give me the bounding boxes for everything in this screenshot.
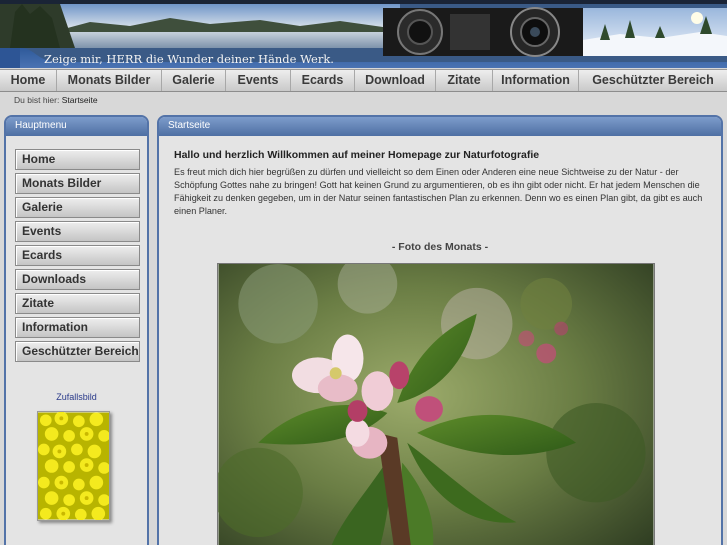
sidebar-item-zitate[interactable]: Zitate — [15, 293, 140, 314]
welcome-text: Es freut mich dich hier begrüßen zu dürf… — [174, 167, 703, 216]
photo-of-month-image[interactable] — [217, 263, 655, 545]
header-banner: Zeige mir, HERR die Wunder deiner Hände … — [0, 0, 727, 68]
random-image-label: Zufallsbild — [56, 392, 97, 402]
photo-of-month-heading: - Foto des Monats - — [391, 241, 489, 253]
breadcrumb: Du bist hier: Startseite — [14, 95, 98, 105]
main-panel: Startseite Hallo und herzlich Willkommen… — [157, 115, 723, 545]
nav-item-galerie[interactable]: Galerie — [162, 70, 226, 91]
sidebar-item-monats-bilder[interactable]: Monats Bilder — [15, 173, 140, 194]
random-image-thumbnail[interactable] — [37, 411, 110, 521]
sidebar-item-home[interactable]: Home — [15, 149, 140, 170]
nav-item-events[interactable]: Events — [226, 70, 291, 91]
sidebar-item-ecards[interactable]: Ecards — [15, 245, 140, 266]
nav-item-ecards[interactable]: Ecards — [291, 70, 355, 91]
nav-item-home[interactable]: Home — [0, 70, 57, 91]
sidebar-item-events[interactable]: Events — [15, 221, 140, 242]
sidebar-title: Hauptmenu — [6, 117, 147, 136]
nav-item-download[interactable]: Download — [355, 70, 436, 91]
nav-item-information[interactable]: Information — [493, 70, 579, 91]
nav-item-monats-bilder[interactable]: Monats Bilder — [57, 70, 162, 91]
breadcrumb-current[interactable]: Startseite — [62, 95, 98, 105]
sidebar-panel: Hauptmenu Home Monats Bilder Galerie Eve… — [4, 115, 149, 545]
page-title: Startseite — [159, 117, 721, 136]
welcome-heading: Hallo und herzlich Willkommen auf meiner… — [174, 149, 540, 161]
sidebar-item-information[interactable]: Information — [15, 317, 140, 338]
sidebar-item-galerie[interactable]: Galerie — [15, 197, 140, 218]
sidebar-item-downloads[interactable]: Downloads — [15, 269, 140, 290]
header-slogan: Zeige mir, HERR die Wunder deiner Hände … — [44, 52, 334, 66]
nav-item-zitate[interactable]: Zitate — [436, 70, 493, 91]
nav-item-geschuetzter-bereich[interactable]: Geschützter Bereich — [579, 70, 727, 91]
top-navigation: Home Monats Bilder Galerie Events Ecards… — [0, 69, 727, 92]
sidebar-item-geschuetzter-bereich[interactable]: Geschützter Bereich — [15, 341, 140, 362]
breadcrumb-prefix: Du bist hier: — [14, 95, 60, 105]
sidebar-menu: Home Monats Bilder Galerie Events Ecards… — [15, 149, 140, 365]
